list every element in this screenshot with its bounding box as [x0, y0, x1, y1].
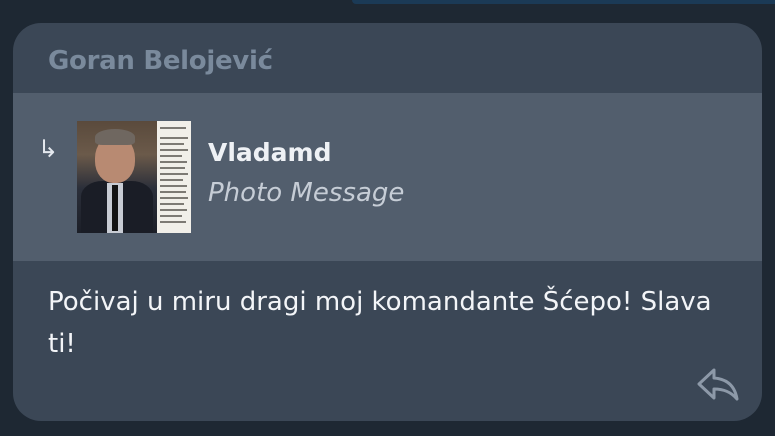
reply-author[interactable]: Vladamd — [208, 138, 332, 167]
newspaper-clipping — [157, 121, 191, 233]
quoted-reply[interactable]: ↳ Vladamd Photo Message — [13, 93, 762, 261]
reply-icon[interactable] — [696, 367, 740, 401]
message-text: Počivaj u miru dragi moj komandante Šćep… — [48, 287, 712, 359]
message-bubble[interactable]: Goran Belojević ↳ Vladamd Photo Message … — [13, 23, 762, 421]
portrait-hair — [95, 129, 135, 145]
top-accent-bar — [352, 0, 775, 4]
sender-name[interactable]: Goran Belojević — [48, 46, 273, 76]
reply-preview-text: Photo Message — [208, 178, 405, 208]
portrait-tie — [112, 185, 118, 231]
photo-thumbnail[interactable] — [77, 121, 191, 233]
reply-arrow-icon: ↳ — [38, 135, 59, 163]
